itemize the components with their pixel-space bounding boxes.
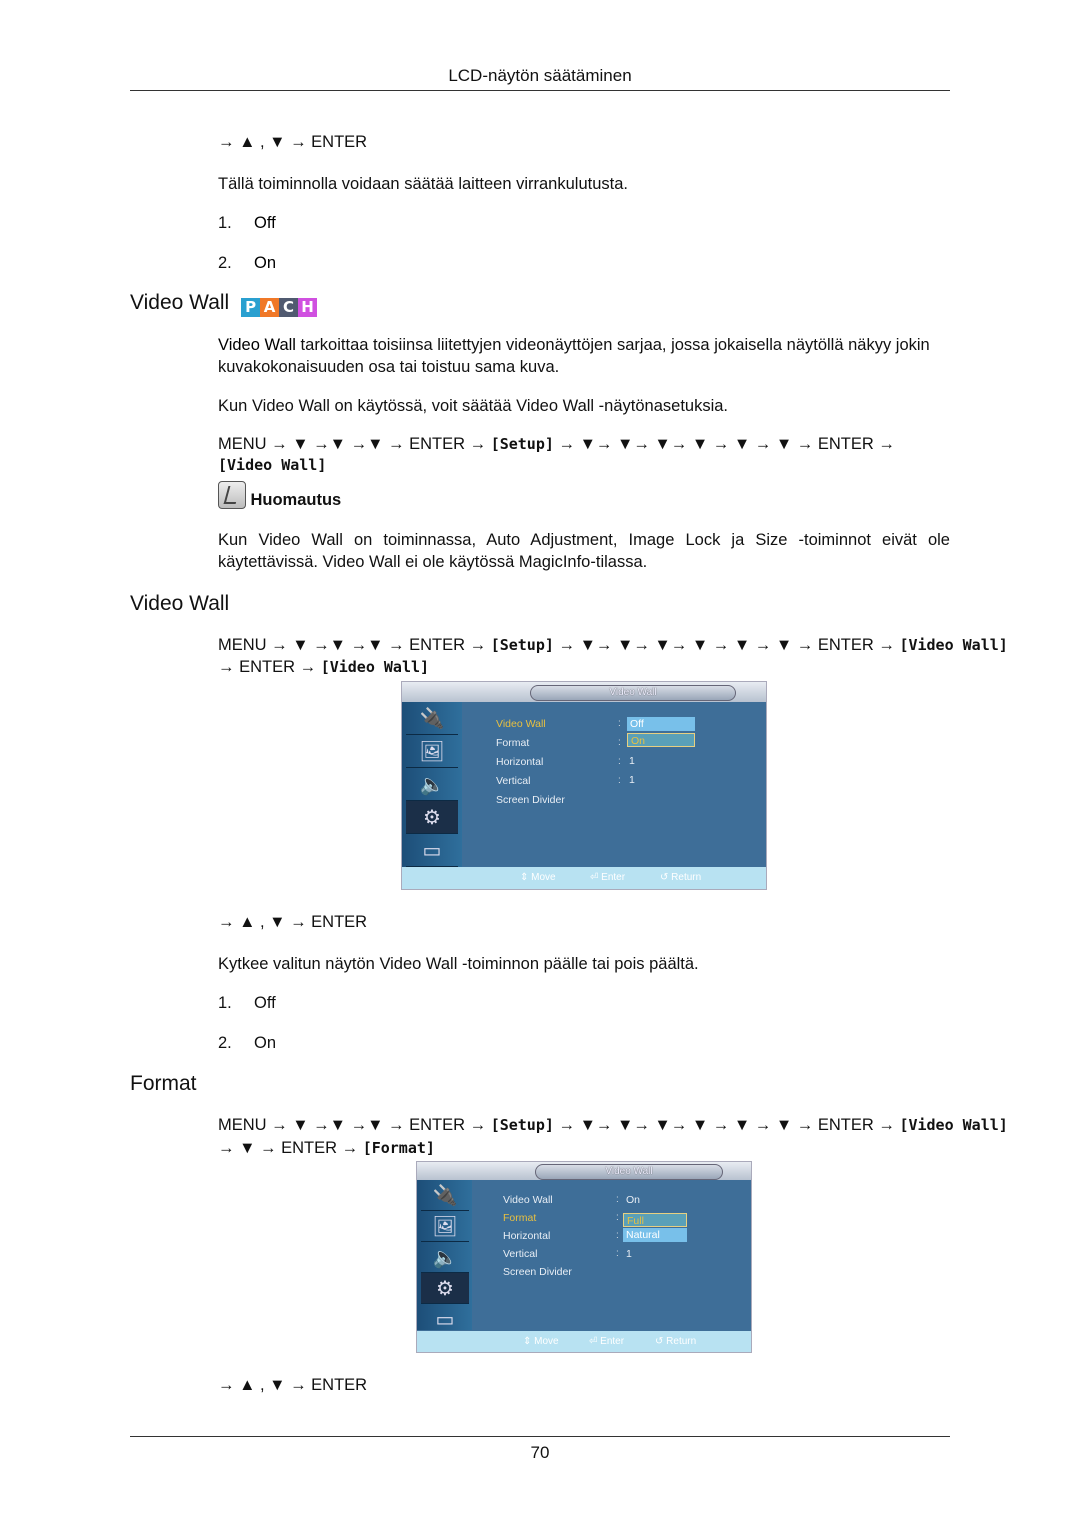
video-wall-usage: Kun Video Wall on käytössä, voit säätää …	[218, 397, 729, 415]
osd-option-on[interactable]: On	[627, 733, 695, 747]
menu-path-format: MENU → ▼ →▼ →▼ → ENTER → [Setup] → ▼→ ▼→…	[218, 1116, 1008, 1157]
osd-title: Video Wall	[530, 685, 736, 701]
osd-footer-move: ⇕ Move	[520, 872, 556, 883]
osd-sidebar: 🔌 🖼 🔈 ⚙ ▭	[402, 702, 462, 867]
setup-gear-icon[interactable]: ⚙	[421, 1273, 469, 1304]
badge-letter-c: C	[279, 298, 299, 317]
osd-row-screen-divider[interactable]: Screen Divider	[496, 794, 565, 806]
osd-row-screen-divider[interactable]: Screen Divider	[503, 1266, 572, 1278]
nav-instruction: → ▲ , ▼ → ENTER	[218, 913, 368, 931]
section-heading-video-wall: Video Wall P A C H	[130, 291, 318, 317]
note-header: Huomautus	[218, 481, 341, 511]
osd-value-video-wall: On	[626, 1194, 641, 1206]
badge-letter-p: P	[241, 298, 261, 317]
osd-value-horizontal: 1	[629, 755, 635, 767]
section-heading-video-wall-2: Video Wall	[130, 592, 230, 615]
list-item: 2. On	[218, 1034, 277, 1052]
osd-footer: ⇕ Move ⏎ Enter ↺ Return	[402, 867, 766, 889]
osd-footer-move: ⇕ Move	[523, 1336, 559, 1347]
header-divider	[130, 90, 950, 91]
menu-path-video-wall: MENU → ▼ →▼ →▼ → ENTER → [Setup] → ▼→ ▼→…	[218, 636, 1008, 676]
osd-option-natural[interactable]: Natural	[623, 1228, 687, 1242]
osd-row-vertical[interactable]: Vertical	[503, 1248, 537, 1260]
osd-value-vertical: 1	[629, 774, 635, 786]
osd-row-format[interactable]: Format	[496, 737, 529, 749]
osd-row-vertical[interactable]: Vertical	[496, 775, 530, 787]
osd-option-full[interactable]: Full	[623, 1213, 687, 1227]
nav-instruction: → ▲ , ▼ → ENTER	[218, 133, 368, 151]
sound-speaker-icon[interactable]: 🔈	[421, 1242, 469, 1273]
osd-footer-return: ↺ Return	[655, 1336, 697, 1347]
osd-sidebar: 🔌 🖼 🔈 ⚙ ▭	[417, 1180, 472, 1335]
input-plug-icon[interactable]: 🔌	[406, 702, 458, 735]
list-item: 1. Off	[218, 214, 276, 232]
page-number: 70	[530, 1443, 550, 1462]
note-pencil-icon	[218, 481, 246, 509]
osd-footer-return: ↺ Return	[660, 872, 702, 883]
picture-icon[interactable]: 🖼	[421, 1211, 469, 1242]
list-item: 2. On	[218, 254, 277, 272]
sound-speaker-icon[interactable]: 🔈	[406, 768, 458, 801]
model-badge: P A C H	[241, 298, 318, 317]
osd-row-horizontal[interactable]: Horizontal	[503, 1230, 550, 1242]
osd-value-vertical: 1	[626, 1248, 632, 1260]
picture-icon[interactable]: 🖼	[406, 735, 458, 768]
osd-title: Video Wall	[535, 1164, 723, 1180]
page-header-title: LCD-näytön säätäminen	[448, 66, 632, 85]
osd-footer-enter: ⏎ Enter	[589, 1336, 625, 1347]
note-text: Kun Video Wall on toiminnassa, Auto Adju…	[218, 531, 950, 571]
section-heading-format: Format	[130, 1072, 197, 1095]
osd-row-video-wall[interactable]: Video Wall	[503, 1194, 553, 1206]
osd-option-off[interactable]: Off	[627, 717, 695, 731]
footer-divider	[130, 1436, 950, 1437]
video-wall-description: Kytkee valitun näytön Video Wall -toimin…	[218, 955, 699, 973]
intro-description: Tällä toiminnolla voidaan säätää laittee…	[218, 175, 628, 193]
menu-path: MENU → ▼ →▼ →▼ → ENTER → [Setup] → ▼→ ▼→…	[218, 435, 895, 474]
badge-letter-a: A	[260, 298, 280, 317]
multi-screen-icon[interactable]: ▭	[406, 834, 458, 867]
osd-row-format[interactable]: Format	[503, 1212, 536, 1224]
input-plug-icon[interactable]: 🔌	[421, 1180, 469, 1211]
osd-video-wall-screen: Video Wall 🔌 🖼 🔈 ⚙ ▭ Video Wall Format H…	[401, 681, 767, 890]
video-wall-definition: Video Wall tarkoittaa toisiinsa liitetty…	[218, 336, 930, 376]
osd-footer-enter: ⏎ Enter	[590, 872, 626, 883]
osd-row-horizontal[interactable]: Horizontal	[496, 756, 543, 768]
osd-footer: ⇕ Move ⏎ Enter ↺ Return	[417, 1331, 751, 1352]
setup-gear-icon[interactable]: ⚙	[406, 801, 458, 834]
osd-format-screen: Video Wall 🔌 🖼 🔈 ⚙ ▭ Video Wall Format H…	[416, 1161, 752, 1353]
badge-letter-h: H	[298, 298, 318, 317]
list-item: 1. Off	[218, 994, 276, 1012]
nav-instruction: → ▲ , ▼ → ENTER	[218, 1376, 368, 1394]
osd-row-video-wall[interactable]: Video Wall	[496, 718, 546, 730]
